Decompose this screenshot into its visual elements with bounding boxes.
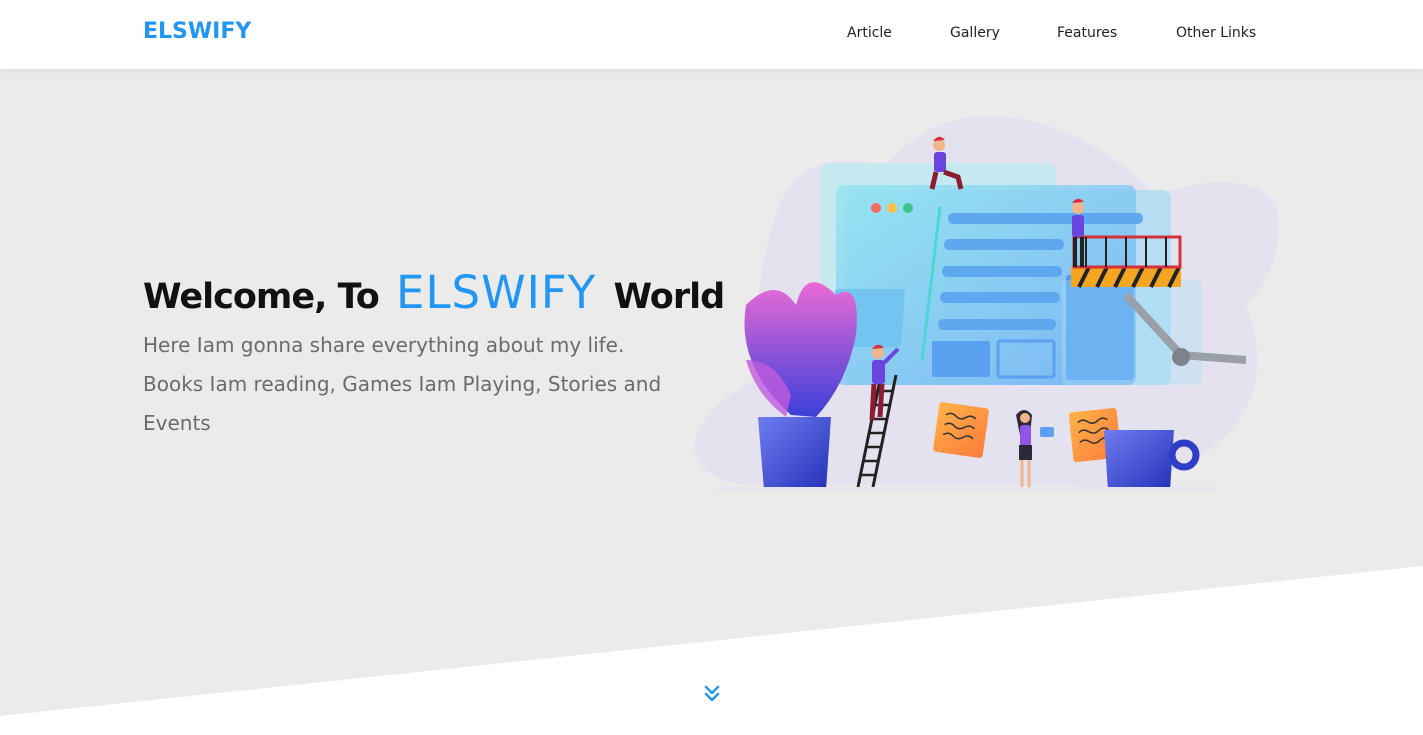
hero-tagline: Here Iam gonna share everything about my… [143,333,662,435]
site-logo[interactable]: ELSWIFY [143,19,251,44]
nav-link-article[interactable]: Article [847,25,892,41]
hero-headline: Welcome, To ELSWIFY World [143,266,725,319]
web-design-team-illustration-icon [694,116,1278,490]
double-chevron-down-icon[interactable] [703,684,721,704]
headline-prefix: Welcome, To [143,277,380,317]
landing-page: ELSWIFY Article Gallery Features Other L… [0,0,1423,735]
headline-brand: ELSWIFY [396,266,597,319]
headline-suffix: World [613,277,725,317]
nav-link-gallery[interactable]: Gallery [950,25,1000,41]
nav-link-features[interactable]: Features [1057,25,1117,41]
nav-link-other-links[interactable]: Other Links [1176,25,1256,41]
top-navbar: ELSWIFY Article Gallery Features Other L… [0,0,1423,69]
